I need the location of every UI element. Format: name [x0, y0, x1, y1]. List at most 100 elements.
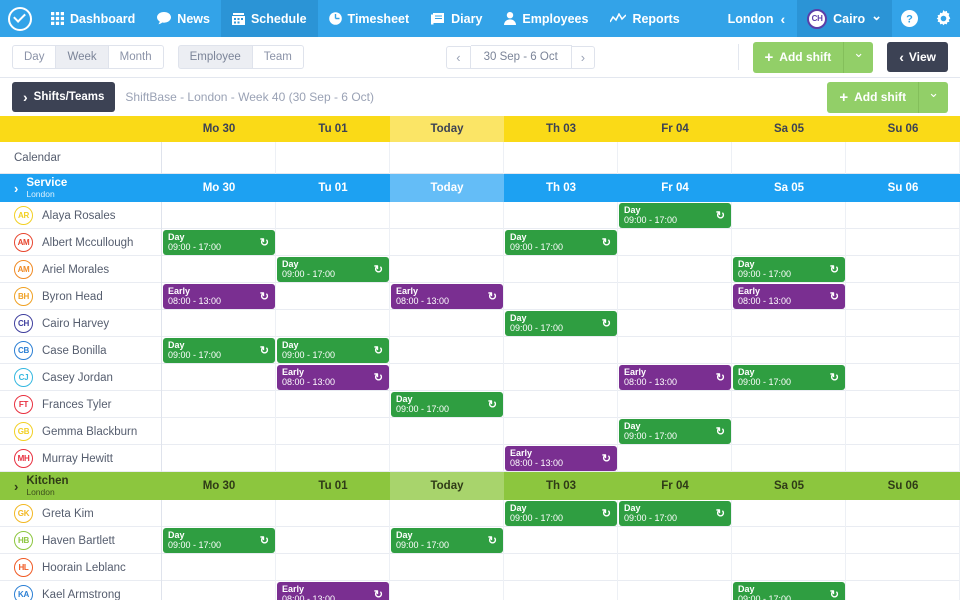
day-header-0[interactable]: Mo 30 — [162, 116, 276, 142]
day-header-1[interactable]: Tu 01 — [276, 116, 390, 142]
employee-name-cell[interactable]: CB Case Bonilla — [0, 337, 162, 364]
empty-slot[interactable] — [618, 337, 732, 364]
group-view-employee[interactable]: Employee — [178, 45, 253, 69]
shift-chip-day[interactable]: Day 09:00 - 17:00 ↻ — [619, 203, 731, 228]
group-header-service[interactable]: › Service London Mo 30Tu 01TodayTh 03Fr … — [0, 174, 960, 202]
range-view-day[interactable]: Day — [12, 45, 56, 69]
empty-slot[interactable] — [504, 364, 618, 391]
empty-slot[interactable] — [732, 202, 846, 229]
empty-slot[interactable] — [162, 364, 276, 391]
empty-slot[interactable] — [504, 581, 618, 600]
empty-slot[interactable] — [618, 310, 732, 337]
shift-chip-day[interactable]: Day 09:00 - 17:00 ↻ — [733, 582, 845, 600]
help-button[interactable]: ? — [892, 10, 926, 27]
shift-chip-day[interactable]: Day 09:00 - 17:00 ↻ — [391, 392, 503, 417]
empty-slot[interactable] — [162, 256, 276, 283]
empty-slot[interactable] — [390, 202, 504, 229]
day-header-6[interactable]: Su 06 — [846, 116, 960, 142]
empty-slot[interactable] — [390, 337, 504, 364]
empty-slot[interactable] — [504, 283, 618, 310]
day-header-4[interactable]: Fr 04 — [618, 116, 732, 142]
empty-slot[interactable] — [390, 581, 504, 600]
group-view-team[interactable]: Team — [253, 45, 304, 69]
empty-slot[interactable] — [732, 229, 846, 256]
next-week-button[interactable]: › — [572, 46, 595, 69]
empty-slot[interactable] — [162, 418, 276, 445]
employee-name-cell[interactable]: GK Greta Kim — [0, 500, 162, 527]
nav-item-schedule[interactable]: Schedule — [221, 0, 318, 37]
empty-slot[interactable] — [846, 202, 960, 229]
shift-chip-day[interactable]: Day 09:00 - 17:00 ↻ — [619, 501, 731, 526]
empty-slot[interactable] — [504, 391, 618, 418]
user-menu[interactable]: CH Cairo ⌄ — [797, 0, 892, 37]
empty-slot[interactable] — [618, 391, 732, 418]
add-shift-button[interactable]: + Add shift — [753, 42, 844, 73]
empty-slot[interactable] — [846, 310, 960, 337]
nav-item-employees[interactable]: Employees — [493, 0, 599, 37]
empty-slot[interactable] — [276, 202, 390, 229]
empty-slot[interactable] — [846, 283, 960, 310]
group-title-cell[interactable]: › Service London — [0, 174, 162, 202]
shift-chip-day[interactable]: Day 09:00 - 17:00 ↻ — [619, 419, 731, 444]
nav-item-timesheet[interactable]: Timesheet — [318, 0, 421, 37]
shift-chip-day[interactable]: Day 09:00 - 17:00 ↻ — [505, 311, 617, 336]
shift-chip-day[interactable]: Day 09:00 - 17:00 ↻ — [277, 338, 389, 363]
employee-name-cell[interactable]: CJ Casey Jordan — [0, 364, 162, 391]
shift-chip-day[interactable]: Day 09:00 - 17:00 ↻ — [391, 528, 503, 553]
empty-slot[interactable] — [846, 581, 960, 600]
shift-chip-day[interactable]: Day 09:00 - 17:00 ↻ — [163, 338, 275, 363]
empty-slot[interactable] — [732, 445, 846, 472]
range-view-week[interactable]: Week — [56, 45, 108, 69]
add-shift-dropdown-button-secondary[interactable]: ⌄ — [918, 82, 948, 113]
empty-slot[interactable] — [276, 229, 390, 256]
empty-slot[interactable] — [504, 256, 618, 283]
location-selector[interactable]: London ‹ — [716, 11, 798, 27]
shift-chip-early[interactable]: Early 08:00 - 13:00 ↻ — [163, 284, 275, 309]
empty-slot[interactable] — [846, 391, 960, 418]
empty-slot[interactable] — [732, 554, 846, 581]
range-view-month[interactable]: Month — [109, 45, 164, 69]
empty-slot[interactable] — [732, 527, 846, 554]
empty-slot[interactable] — [732, 310, 846, 337]
empty-slot[interactable] — [618, 581, 732, 600]
empty-slot[interactable] — [732, 418, 846, 445]
prev-week-button[interactable]: ‹ — [446, 46, 470, 69]
calendar-cell-6[interactable] — [846, 142, 960, 174]
employee-name-cell[interactable]: HL Hoorain Leblanc — [0, 554, 162, 581]
calendar-cell-1[interactable] — [276, 142, 390, 174]
group-title-cell[interactable]: › Kitchen London — [0, 472, 162, 500]
empty-slot[interactable] — [504, 554, 618, 581]
shift-chip-day[interactable]: Day 09:00 - 17:00 ↻ — [163, 528, 275, 553]
calendar-cell-2[interactable] — [390, 142, 504, 174]
employee-name-cell[interactable]: AR Alaya Rosales — [0, 202, 162, 229]
employee-name-cell[interactable]: CH Cairo Harvey — [0, 310, 162, 337]
day-header-5[interactable]: Sa 05 — [732, 116, 846, 142]
empty-slot[interactable] — [504, 337, 618, 364]
empty-slot[interactable] — [732, 391, 846, 418]
shift-chip-day[interactable]: Day 09:00 - 17:00 ↻ — [733, 257, 845, 282]
empty-slot[interactable] — [162, 310, 276, 337]
empty-slot[interactable] — [618, 554, 732, 581]
add-shift-dropdown-button[interactable]: ⌄ — [843, 42, 873, 73]
shifts-teams-button[interactable]: › Shifts/Teams — [12, 82, 115, 112]
empty-slot[interactable] — [618, 229, 732, 256]
empty-slot[interactable] — [162, 202, 276, 229]
empty-slot[interactable] — [846, 364, 960, 391]
empty-slot[interactable] — [618, 445, 732, 472]
shift-chip-early[interactable]: Early 08:00 - 13:00 ↻ — [619, 365, 731, 390]
empty-slot[interactable] — [846, 445, 960, 472]
calendar-cell-5[interactable] — [732, 142, 846, 174]
empty-slot[interactable] — [162, 445, 276, 472]
empty-slot[interactable] — [390, 554, 504, 581]
nav-item-reports[interactable]: Reports — [599, 0, 690, 37]
empty-slot[interactable] — [276, 283, 390, 310]
empty-slot[interactable] — [390, 256, 504, 283]
shift-chip-day[interactable]: Day 09:00 - 17:00 ↻ — [733, 365, 845, 390]
empty-slot[interactable] — [846, 337, 960, 364]
empty-slot[interactable] — [504, 202, 618, 229]
shift-chip-day[interactable]: Day 09:00 - 17:00 ↻ — [163, 230, 275, 255]
employee-name-cell[interactable]: GB Gemma Blackburn — [0, 418, 162, 445]
employee-name-cell[interactable]: AM Ariel Morales — [0, 256, 162, 283]
employee-name-cell[interactable]: AM Albert Mccullough — [0, 229, 162, 256]
shift-chip-day[interactable]: Day 09:00 - 17:00 ↻ — [277, 257, 389, 282]
